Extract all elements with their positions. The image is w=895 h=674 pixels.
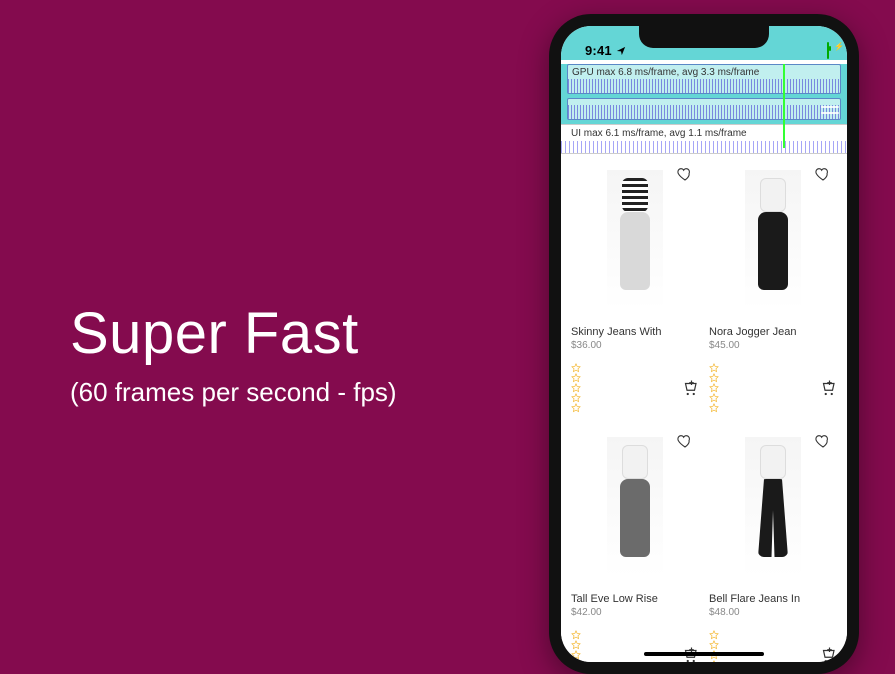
product-card[interactable]: Skinny Jeans With $36.00 (571, 160, 699, 413)
gpu-secondary-block (567, 98, 841, 120)
gpu-bars-icon (568, 79, 840, 93)
rating-stars[interactable] (571, 630, 581, 662)
star-outline-icon (709, 363, 719, 373)
gpu-frame-stats: GPU max 6.8 ms/frame, avg 3.3 ms/frame (567, 64, 841, 94)
favorite-button[interactable] (675, 164, 695, 184)
star-outline-icon (571, 373, 581, 383)
heart-outline-icon (815, 166, 831, 182)
star-outline-icon (709, 403, 719, 413)
home-indicator[interactable] (644, 652, 764, 656)
add-to-cart-button[interactable] (819, 646, 837, 662)
star-outline-icon (709, 660, 719, 662)
product-grid[interactable]: Skinny Jeans With $36.00 Nora Jogger Jean $… (561, 154, 847, 662)
star-outline-icon (709, 393, 719, 403)
gpu-bars2-icon (568, 105, 840, 119)
star-outline-icon (709, 373, 719, 383)
product-image[interactable] (571, 427, 699, 587)
overlay-drag-handle[interactable] (821, 106, 839, 114)
product-price: $45.00 (709, 340, 837, 351)
product-image[interactable] (709, 160, 837, 320)
star-outline-icon (571, 383, 581, 393)
heart-outline-icon (677, 166, 693, 182)
battery-charging-icon: ⚡ (827, 43, 829, 58)
add-to-cart-icon (819, 646, 837, 662)
promo-subhead: (60 frames per second - fps) (70, 377, 397, 408)
add-to-cart-button[interactable] (681, 379, 699, 397)
star-outline-icon (571, 393, 581, 403)
star-outline-icon (571, 650, 581, 660)
add-to-cart-button[interactable] (819, 379, 837, 397)
performance-overlay[interactable]: GPU max 6.8 ms/frame, avg 3.3 ms/frame (561, 64, 847, 124)
gpu-stats-label: GPU max 6.8 ms/frame, avg 3.3 ms/frame (568, 65, 840, 80)
star-outline-icon (709, 383, 719, 393)
rating-stars[interactable] (571, 363, 581, 413)
heart-outline-icon (677, 433, 693, 449)
ui-bars-icon (561, 141, 847, 153)
location-arrow-icon (616, 46, 626, 56)
phone-frame: 9:41 ⚡ GPU max 6.8 ms/frame, avg 3.3 ms/… (549, 14, 859, 674)
phone-screen: 9:41 ⚡ GPU max 6.8 ms/frame, avg 3.3 ms/… (561, 26, 847, 662)
star-outline-icon (571, 660, 581, 662)
product-title: Skinny Jeans With (571, 326, 699, 338)
rating-stars[interactable] (709, 363, 719, 413)
product-price: $48.00 (709, 607, 837, 618)
product-price: $42.00 (571, 607, 699, 618)
promo-headline: Super Fast (70, 300, 397, 367)
product-card[interactable]: Tall Eve Low Rise $42.00 (571, 427, 699, 662)
product-price: $36.00 (571, 340, 699, 351)
favorite-button[interactable] (675, 431, 695, 451)
product-card[interactable]: Bell Flare Jeans In $48.00 (709, 427, 837, 662)
star-outline-icon (571, 403, 581, 413)
star-outline-icon (571, 363, 581, 373)
promo-copy: Super Fast (60 frames per second - fps) (70, 300, 397, 408)
heart-outline-icon (815, 433, 831, 449)
status-time: 9:41 (585, 43, 612, 58)
product-title: Nora Jogger Jean (709, 326, 837, 338)
add-to-cart-icon (681, 379, 699, 397)
device-notch (639, 26, 769, 48)
rating-stars[interactable] (709, 630, 719, 662)
add-to-cart-icon (819, 379, 837, 397)
star-outline-icon (571, 640, 581, 650)
star-outline-icon (571, 630, 581, 640)
product-image[interactable] (709, 427, 837, 587)
product-card[interactable]: Nora Jogger Jean $45.00 (709, 160, 837, 413)
frame-marker-line (783, 64, 785, 148)
star-outline-icon (709, 630, 719, 640)
favorite-button[interactable] (813, 431, 833, 451)
favorite-button[interactable] (813, 164, 833, 184)
ui-frame-stats: UI max 6.1 ms/frame, avg 1.1 ms/frame (561, 124, 847, 154)
product-title: Tall Eve Low Rise (571, 593, 699, 605)
ui-stats-label: UI max 6.1 ms/frame, avg 1.1 ms/frame (561, 125, 847, 142)
product-title: Bell Flare Jeans In (709, 593, 837, 605)
product-image[interactable] (571, 160, 699, 320)
star-outline-icon (709, 640, 719, 650)
